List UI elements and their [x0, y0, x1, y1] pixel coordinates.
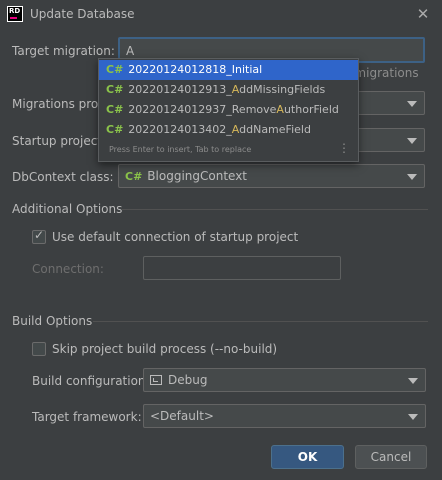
csharp-class-icon: C# [125, 170, 143, 183]
logo-bar [10, 17, 17, 19]
autocomplete-item[interactable]: C# 20220124013402_AddNameField [99, 120, 358, 140]
dbcontext-select[interactable]: C# BloggingContext [118, 164, 425, 188]
cancel-button[interactable]: Cancel [355, 445, 427, 469]
dbcontext-value: C# BloggingContext [125, 169, 247, 183]
window-title: Update Database [30, 7, 135, 21]
startup-project-label: Startup project: [12, 134, 107, 148]
logo-text: RD [9, 7, 21, 15]
configuration-icon [150, 375, 162, 385]
checkmark-icon: ✓ [34, 228, 45, 242]
dbcontext-label: DbContext class: [12, 170, 114, 184]
build-configuration-select[interactable]: Debug [143, 368, 426, 392]
build-configuration-value: Debug [150, 373, 207, 387]
autocomplete-item[interactable]: C# 20220124012937_RemoveAuthorField [99, 100, 358, 120]
autocomplete-item[interactable]: C# 20220124012913_AddMissingFields [99, 80, 358, 100]
autocomplete-item[interactable]: C# 20220124012818_Initial [99, 60, 358, 80]
migrations-project-label: Migrations proje [12, 97, 109, 111]
build-configuration-label: Build configuration: [32, 374, 150, 388]
target-framework-select[interactable]: <Default> [143, 404, 426, 428]
dbcontext-name: BloggingContext [147, 169, 248, 183]
close-icon[interactable]: ✕ [414, 5, 432, 23]
more-options-icon[interactable]: ⋮ [338, 142, 350, 154]
target-framework-label: Target framework: [32, 410, 142, 424]
use-default-connection-label: Use default connection of startup projec… [52, 230, 299, 244]
target-framework-value: <Default> [150, 409, 214, 423]
chevron-down-icon [407, 138, 417, 144]
chevron-down-icon [407, 174, 417, 180]
autocomplete-hint: Press Enter to insert, Tab to replace [109, 145, 252, 154]
title-bar: RD Update Database ✕ [0, 0, 442, 30]
csharp-class-icon: C# [106, 83, 124, 96]
section-divider [93, 321, 428, 322]
target-migration-label: Target migration: [12, 44, 115, 58]
target-migration-value: A [126, 44, 135, 58]
chevron-down-icon [408, 414, 418, 420]
connection-label: Connection: [32, 262, 104, 276]
chevron-down-icon [408, 378, 418, 384]
additional-options-title: Additional Options [12, 202, 123, 216]
skip-build-label: Skip project build process (--no-build) [52, 342, 278, 356]
skip-build-checkbox[interactable] [32, 342, 46, 356]
rider-logo-icon: RD [7, 6, 23, 22]
use-default-connection-checkbox[interactable]: ✓ [32, 228, 46, 244]
connection-input [143, 256, 341, 280]
ok-button[interactable]: OK [271, 445, 344, 469]
csharp-class-icon: C# [106, 123, 124, 136]
build-options-title: Build Options [12, 314, 93, 328]
section-divider [122, 209, 428, 210]
build-configuration-text: Debug [168, 373, 208, 387]
csharp-class-icon: C# [106, 63, 124, 76]
chevron-down-icon [407, 101, 417, 107]
csharp-class-icon: C# [106, 103, 124, 116]
autocomplete-popup: C# 20220124012818_Initial C# 2022012401291… [98, 58, 359, 162]
